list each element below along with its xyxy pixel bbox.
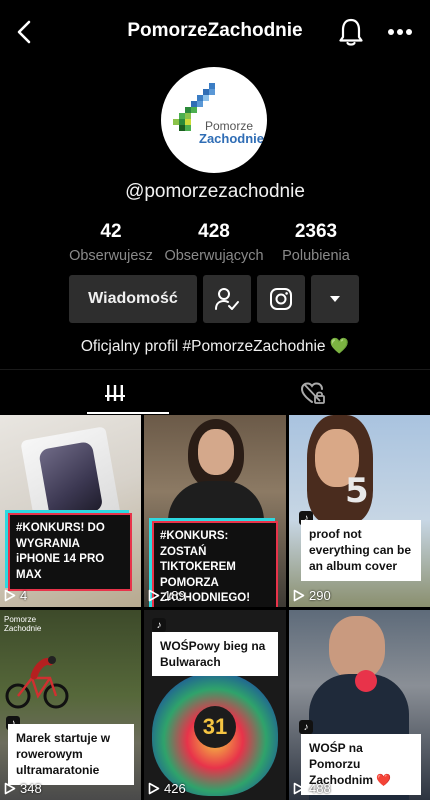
video-thumbnail[interactable]: ♪ WOŚP na Pomorzu Zachodnim ❤️ 488 xyxy=(289,610,430,800)
bell-icon xyxy=(339,18,363,46)
person-face-image xyxy=(198,429,234,475)
video-views: 348 xyxy=(4,781,42,796)
instagram-icon xyxy=(270,288,292,310)
following-button[interactable] xyxy=(203,275,251,323)
more-horizontal-icon xyxy=(388,29,412,35)
video-views-count: 290 xyxy=(309,588,331,603)
top-bar: PomorzeZachodnie xyxy=(0,0,430,64)
video-caption: Marek startuje w rowerowym ultramaratoni… xyxy=(8,724,134,785)
profile-bio: Oficjalny profil #PomorzeZachodnie 💚 xyxy=(80,338,350,355)
video-grid: #KONKURS! DO WYGRANIA iPHONE 14 PRO MAX … xyxy=(0,415,430,800)
stat-followers-label: Obserwujących xyxy=(164,248,264,264)
heart-sticker-image xyxy=(355,670,377,692)
pomorze-zachodnie-logo: Pomorze Zachodnie xyxy=(173,83,264,146)
tiktok-icon: ♪ xyxy=(152,618,166,632)
tiktok-icon: ♪ xyxy=(299,720,313,734)
logo-watermark: Pomorze Zachodnie xyxy=(4,615,42,633)
video-caption: WOŚPowy bieg na Bulwarach xyxy=(152,632,278,677)
more-options-button[interactable] xyxy=(384,16,416,48)
stat-likes-value: 2363 xyxy=(294,221,338,242)
video-views: 290 xyxy=(293,588,331,603)
video-thumbnail[interactable]: 31 ♪ WOŚPowy bieg na Bulwarach 426 xyxy=(144,610,286,800)
medal-image: 31 xyxy=(152,672,278,796)
message-button[interactable]: Wiadomość xyxy=(69,275,197,323)
tab-liked[interactable] xyxy=(285,370,341,416)
video-views: 488 xyxy=(293,781,331,796)
video-caption: proof not everything can be an album cov… xyxy=(301,520,421,581)
heart-lock-icon xyxy=(300,382,325,404)
video-views-count: 488 xyxy=(309,781,331,796)
profile-tabs xyxy=(0,369,430,415)
active-tab-indicator xyxy=(87,412,169,414)
video-thumbnail[interactable]: ♪ #KONKURS: ZOSTAŃ TIKTOKEREM POMORZA ZA… xyxy=(144,415,286,607)
medal-number: 31 xyxy=(194,706,236,748)
play-icon xyxy=(4,782,16,795)
video-views-count: 189 xyxy=(164,588,186,603)
user-check-icon xyxy=(215,288,239,310)
profile-handle: @pomorzezachodnie xyxy=(125,181,305,202)
play-icon xyxy=(148,589,160,602)
play-icon xyxy=(148,782,160,795)
video-caption: #KONKURS! DO WYGRANIA iPHONE 14 PRO MAX xyxy=(8,513,132,592)
stat-likes-label: Polubienia xyxy=(282,248,350,264)
play-icon xyxy=(293,589,305,602)
person-face-image xyxy=(329,616,385,680)
suggested-dropdown-button[interactable] xyxy=(311,275,359,323)
stat-followers[interactable]: 428 Obserwujących xyxy=(164,221,264,264)
play-icon xyxy=(4,589,16,602)
instagram-button[interactable] xyxy=(257,275,305,323)
stat-followers-value: 428 xyxy=(198,221,230,242)
tab-videos[interactable] xyxy=(87,370,143,416)
video-views-count: 426 xyxy=(164,781,186,796)
video-views-count: 4 xyxy=(20,588,28,603)
video-views: 4 xyxy=(4,588,27,603)
video-views: 426 xyxy=(148,781,186,796)
video-views-count: 348 xyxy=(20,781,42,796)
play-icon xyxy=(293,782,305,795)
cyclist-image xyxy=(5,656,69,709)
stat-likes[interactable]: 2363 Polubienia xyxy=(266,221,366,264)
avatar[interactable]: Pomorze Zachodnie xyxy=(161,67,267,173)
video-thumbnail[interactable]: 5 ♪ proof not everything can be an album… xyxy=(289,415,430,607)
logo-text-line2: Zachodnie xyxy=(199,131,264,146)
video-views: 189 xyxy=(148,588,186,603)
stat-following[interactable]: 42 Obserwujesz xyxy=(61,221,161,264)
grid-bars-icon xyxy=(105,385,125,401)
video-thumbnail[interactable]: Pomorze Zachodnie ♪ Marek startuje w row… xyxy=(0,610,141,800)
video-thumbnail[interactable]: #KONKURS! DO WYGRANIA iPHONE 14 PRO MAX … xyxy=(0,415,141,607)
number-prop-image: 5 xyxy=(345,471,369,511)
stat-following-value: 42 xyxy=(100,221,122,242)
triangle-down-icon xyxy=(330,296,340,302)
notifications-button[interactable] xyxy=(336,16,366,48)
stat-following-label: Obserwujesz xyxy=(69,248,153,264)
